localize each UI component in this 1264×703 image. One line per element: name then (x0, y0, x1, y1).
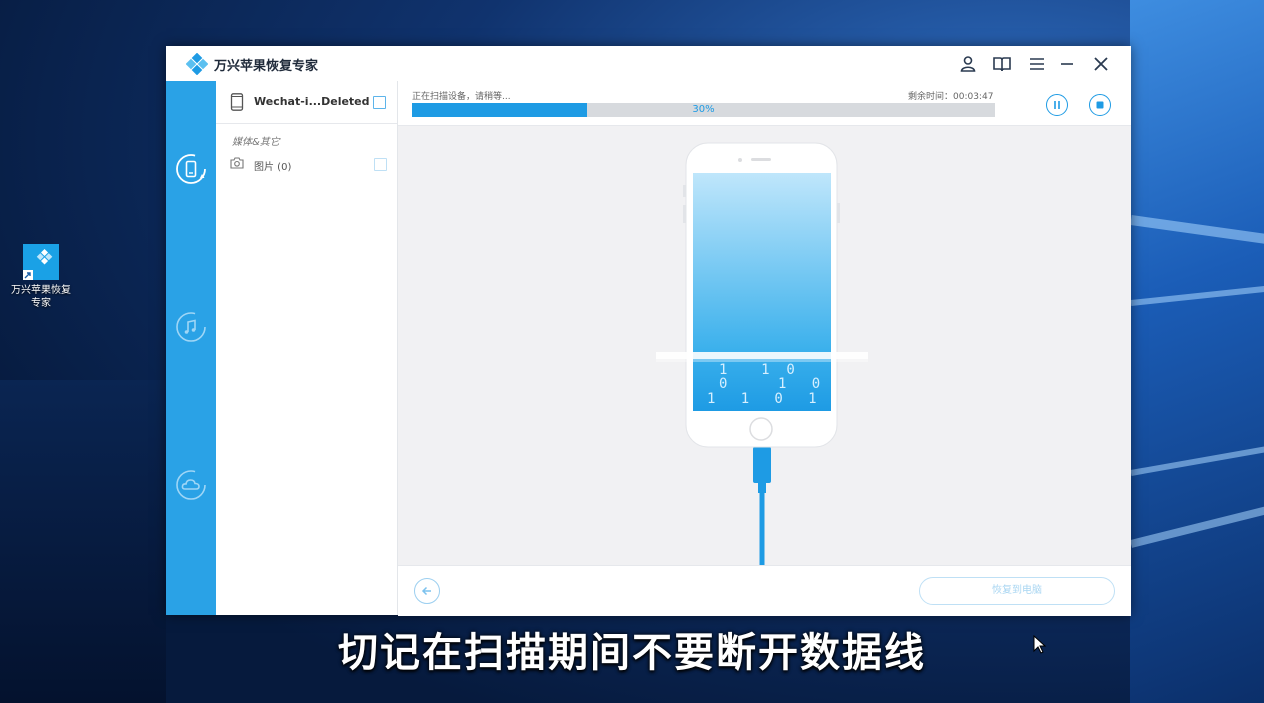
close-icon[interactable] (1090, 53, 1112, 75)
guide-book-icon[interactable] (991, 53, 1013, 75)
binary-digit-row-3: 1 1 0 1 (707, 391, 817, 407)
minimize-icon[interactable] (1056, 53, 1078, 75)
scan-main-area: 正在扫描设备，请稍等... 剩余时间：00:03:47 30% 1 1 0 0 … (398, 81, 1131, 616)
scan-status-bar: 正在扫描设备，请稍等... 剩余时间：00:03:47 30% (398, 81, 1131, 126)
category-item-label: 图片 (0) (254, 162, 292, 173)
phone-scan-illustration: 1 1 0 0 1 0 1 1 0 1 (398, 125, 1131, 571)
app-shortcut-icon (23, 244, 59, 280)
back-button[interactable] (414, 578, 440, 604)
device-name: Wechat-i...Deleted (254, 95, 370, 108)
pause-icon (1054, 101, 1060, 109)
device-select-checkbox[interactable] (373, 96, 386, 109)
recover-from-ios-device-icon[interactable] (175, 153, 207, 185)
recover-to-computer-button[interactable]: 恢复到电脑 (919, 577, 1115, 605)
scan-progress-label: 30% (692, 104, 715, 115)
phone-device-icon (230, 93, 244, 111)
category-item-checkbox[interactable] (374, 158, 387, 171)
app-window: 万兴苹果恢复专家 Wechat-i...Deleted 媒体&其它 图片 (0)… (166, 46, 1131, 616)
category-section-title: 媒体&其它 (232, 137, 280, 148)
stop-button[interactable] (1089, 94, 1111, 116)
title-bar: 万兴苹果恢复专家 (166, 46, 1131, 81)
phone-illustration: 1 1 0 0 1 0 1 1 0 1 (656, 142, 868, 571)
desktop-light-panel (1130, 0, 1264, 703)
account-icon[interactable] (957, 53, 979, 75)
remaining-time-text: 剩余时间：00:03:47 (908, 92, 994, 102)
mode-rail (166, 81, 216, 615)
desktop-shortcut-app[interactable]: 万兴苹果恢复 专家 (8, 244, 74, 310)
binary-digit-row-2: 0 1 0 (719, 376, 820, 392)
category-item-photos[interactable]: 图片 (0) (216, 153, 397, 175)
recover-from-itunes-icon[interactable] (175, 311, 207, 343)
mouse-cursor-icon (1033, 635, 1047, 654)
scan-status-text: 正在扫描设备，请稍等... (412, 92, 511, 102)
stop-icon (1096, 101, 1104, 109)
scan-progress-bar: 30% (412, 103, 995, 117)
arrow-left-icon (421, 586, 431, 596)
camera-icon (230, 157, 244, 169)
desktop-shortcut-label: 万兴苹果恢复 专家 (11, 285, 71, 309)
video-subtitle: 切记在扫描期间不要断开数据线 (338, 630, 926, 676)
action-bar: 恢复到电脑 (398, 565, 1131, 616)
pause-button[interactable] (1046, 94, 1068, 116)
recover-from-icloud-icon[interactable] (175, 469, 207, 501)
menu-icon[interactable] (1026, 53, 1048, 75)
app-logo-icon (186, 53, 208, 75)
device-row[interactable]: Wechat-i...Deleted (216, 81, 397, 124)
app-title: 万兴苹果恢复专家 (214, 59, 319, 74)
category-panel: Wechat-i...Deleted 媒体&其它 图片 (0) (216, 81, 398, 615)
